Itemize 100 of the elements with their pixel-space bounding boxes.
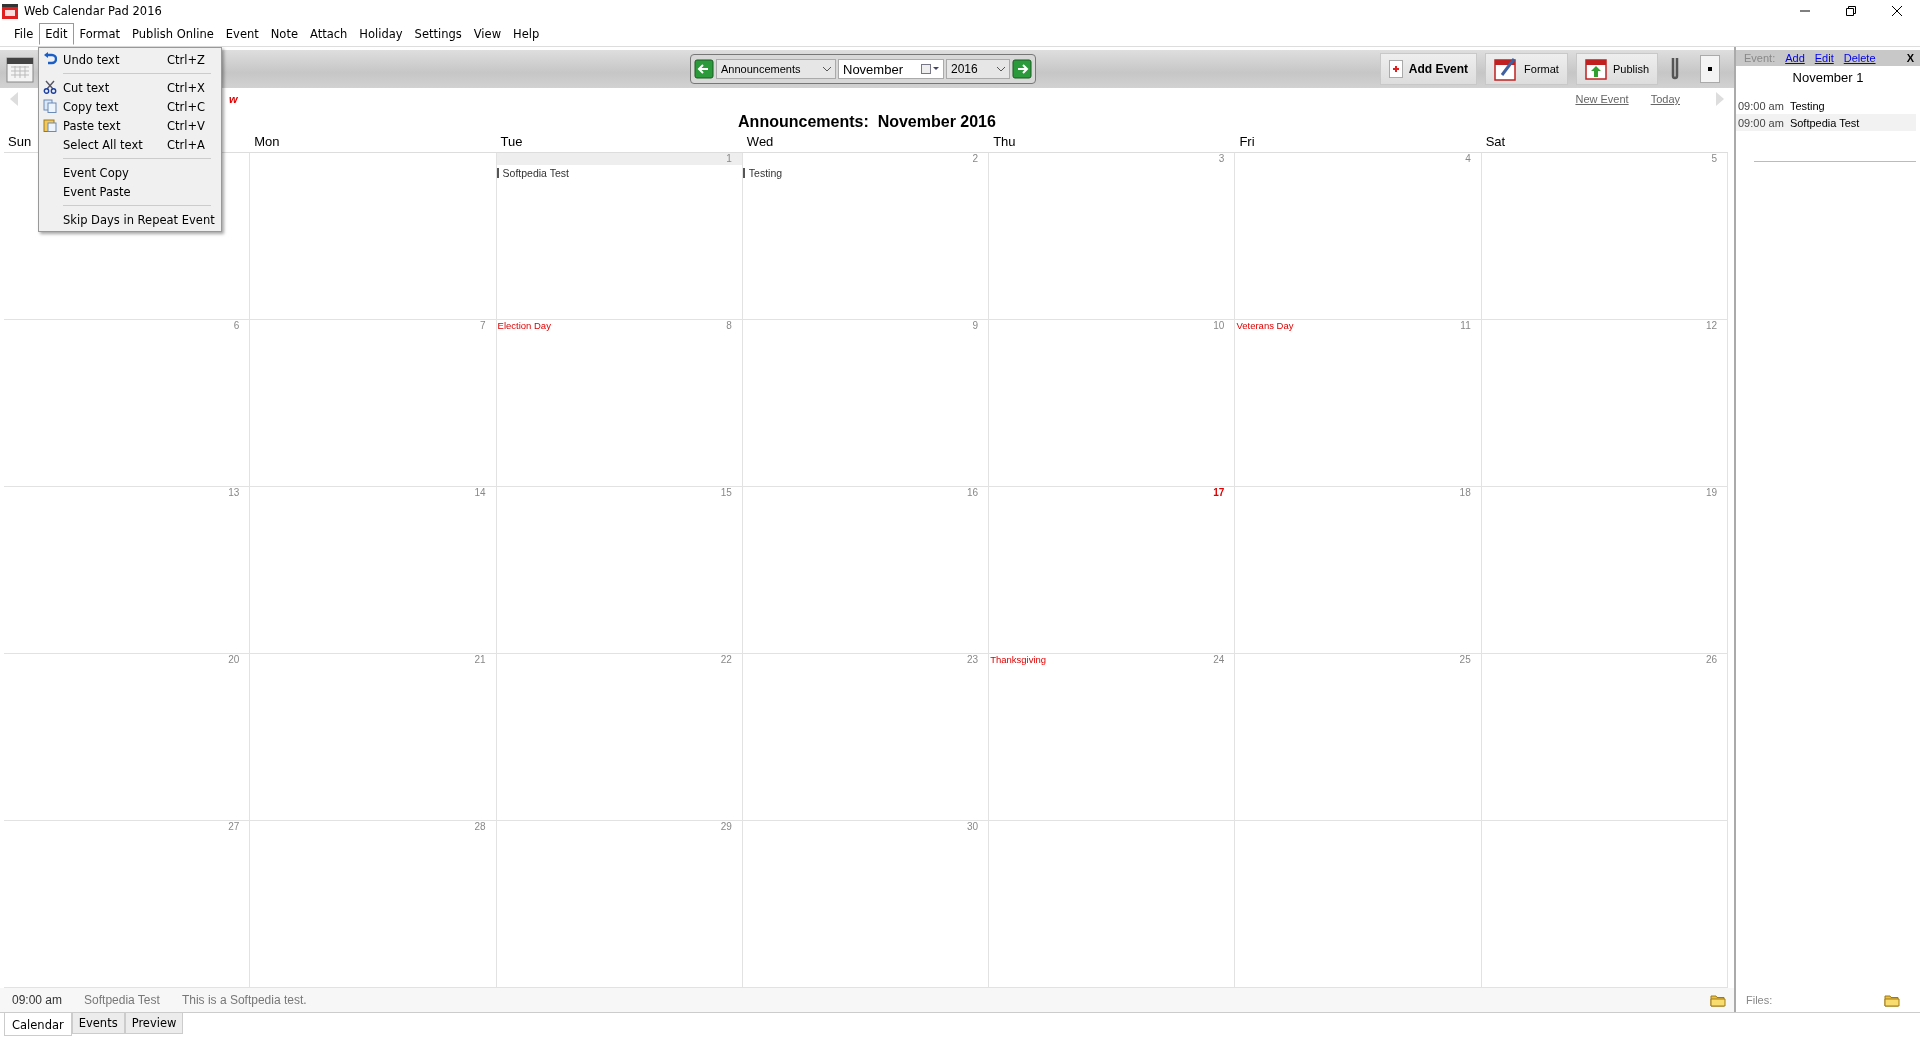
menu-item[interactable]: View xyxy=(467,23,508,45)
restore-icon[interactable] xyxy=(1846,6,1856,16)
menu-entry[interactable]: Skip Days in Repeat Event xyxy=(39,210,221,229)
day-number: 26 xyxy=(1705,654,1717,666)
tab[interactable]: Events xyxy=(71,1013,125,1034)
day-number: 21 xyxy=(474,654,486,666)
day-cell[interactable]: 2 Testing xyxy=(742,153,990,320)
day-cell[interactable]: 13 xyxy=(4,487,251,654)
ring-icon xyxy=(1670,56,1680,82)
event-label[interactable]: Testing xyxy=(748,167,783,179)
day-cell[interactable]: 5 xyxy=(1481,153,1728,320)
year-dropdown[interactable]: 2016 xyxy=(946,59,1010,79)
day-number: 19 xyxy=(1705,487,1717,499)
day-cell[interactable]: 17 xyxy=(989,487,1236,654)
copy-icon xyxy=(43,99,57,113)
day-cell[interactable]: 12 xyxy=(1481,320,1728,487)
files-label: Files: xyxy=(1746,994,1773,1006)
tab[interactable]: Calendar xyxy=(4,1013,72,1036)
link[interactable]: Today xyxy=(1650,93,1680,105)
day-cell[interactable]: Veterans Day 11 xyxy=(1235,320,1482,487)
calendar-title: Announcements: November 2016 xyxy=(738,113,996,130)
calendar-icon[interactable] xyxy=(6,55,34,83)
event-row[interactable]: 09:00 am Softpedia Test xyxy=(1736,114,1916,131)
menu-entry[interactable]: Select All text Ctrl+A xyxy=(39,135,221,154)
day-cell[interactable]: 20 xyxy=(4,654,251,821)
toolbar-button[interactable]: Format xyxy=(1485,53,1568,85)
folder-icon[interactable] xyxy=(1884,993,1900,1007)
day-cell[interactable]: 26 xyxy=(1481,654,1728,821)
menu-item[interactable]: Holiday xyxy=(353,23,409,45)
folder-icon[interactable] xyxy=(1710,994,1726,1007)
event-time: 09:00 am xyxy=(1738,116,1784,129)
day-number: 8 xyxy=(726,320,732,332)
weekday-header: Wed xyxy=(742,134,990,153)
day-cell[interactable]: 23 xyxy=(742,654,990,821)
day-cell[interactable]: 1 Softpedia Test xyxy=(496,153,743,320)
day-cell[interactable]: 15 xyxy=(496,487,743,654)
menu-entry[interactable]: Undo text Ctrl+Z xyxy=(39,50,221,69)
cut-off-text: w xyxy=(229,93,238,105)
toolbar-button[interactable]: Add Event xyxy=(1379,53,1478,85)
month-dropdown[interactable]: November xyxy=(838,59,944,79)
menu-item[interactable]: Settings xyxy=(408,23,468,45)
brush-icon xyxy=(1494,57,1519,81)
menu-item[interactable]: Publish Online xyxy=(126,23,220,45)
day-cell[interactable]: 7 xyxy=(250,320,497,487)
event-time: 09:00 am xyxy=(1738,99,1784,112)
day-cell[interactable]: 9 xyxy=(742,320,990,487)
menu-item[interactable]: Help xyxy=(507,23,546,45)
day-number: 23 xyxy=(967,654,979,666)
day-cell[interactable]: Thanksgiving 24 xyxy=(989,654,1236,821)
menu-entry[interactable]: Copy text Ctrl+C xyxy=(39,97,221,116)
toolbar-button[interactable]: Publish xyxy=(1575,53,1658,85)
day-number: 6 xyxy=(233,320,240,332)
menu-item[interactable]: Edit xyxy=(39,23,74,45)
day-cell[interactable]: 14 xyxy=(250,487,497,654)
menu-entry[interactable]: Cut text Ctrl+X xyxy=(39,78,221,97)
day-number: 29 xyxy=(720,821,732,833)
menu-entry[interactable]: Paste text Ctrl+V xyxy=(39,116,221,135)
day-number: 16 xyxy=(967,487,979,499)
menu-entry[interactable]: Event Paste xyxy=(39,182,221,201)
weekday-header: Fri xyxy=(1235,134,1482,153)
day-cell[interactable]: 4 xyxy=(1235,153,1482,320)
event-title: Softpedia Test xyxy=(1789,116,1860,129)
close-panel-button[interactable]: X xyxy=(1906,52,1914,64)
event-row[interactable]: 09:00 am Testing xyxy=(1736,97,1916,114)
day-cell[interactable]: 19 xyxy=(1481,487,1728,654)
next-month-icon[interactable] xyxy=(1012,59,1032,79)
day-number: 17 xyxy=(1213,487,1225,499)
day-cell[interactable] xyxy=(250,153,497,320)
action-link[interactable]: Edit xyxy=(1814,52,1834,64)
day-cell[interactable]: 25 xyxy=(1235,654,1482,821)
day-cell[interactable]: 6 xyxy=(4,320,251,487)
day-cell[interactable]: 22 xyxy=(496,654,743,821)
menu-item[interactable]: Format xyxy=(73,23,127,45)
window-title: Web Calendar Pad 2016 xyxy=(24,4,162,18)
menu-item[interactable]: Note xyxy=(264,23,304,45)
day-number: 11 xyxy=(1460,320,1471,332)
status-title: Softpedia Test xyxy=(84,993,160,1007)
tab[interactable]: Preview xyxy=(124,1013,184,1034)
day-cell[interactable]: 10 xyxy=(989,320,1236,487)
scissors-icon xyxy=(43,80,57,94)
day-number: 24 xyxy=(1213,654,1225,666)
small-button[interactable] xyxy=(1700,55,1720,83)
day-cell[interactable]: 3 xyxy=(989,153,1236,320)
link[interactable]: New Event xyxy=(1575,93,1629,105)
day-cell[interactable]: 21 xyxy=(250,654,497,821)
day-cell[interactable]: 18 xyxy=(1235,487,1482,654)
calendar-dropdown[interactable]: Announcements xyxy=(716,59,836,79)
close-icon[interactable] xyxy=(1892,6,1902,16)
previous-month-icon[interactable] xyxy=(694,59,714,79)
day-cell[interactable]: 16 xyxy=(742,487,990,654)
menu-item[interactable]: File xyxy=(8,23,40,45)
menu-item[interactable]: Attach xyxy=(304,23,354,45)
day-cell[interactable]: Election Day 8 xyxy=(496,320,743,487)
action-link[interactable]: Delete xyxy=(1843,52,1876,64)
event-label[interactable]: Softpedia Test xyxy=(502,167,569,179)
action-link[interactable]: Add xyxy=(1785,52,1805,64)
menu-item[interactable]: Event xyxy=(219,23,265,45)
menu-entry[interactable]: Event Copy xyxy=(39,163,221,182)
undo-icon xyxy=(43,52,57,66)
event-label: Event: xyxy=(1744,52,1776,64)
